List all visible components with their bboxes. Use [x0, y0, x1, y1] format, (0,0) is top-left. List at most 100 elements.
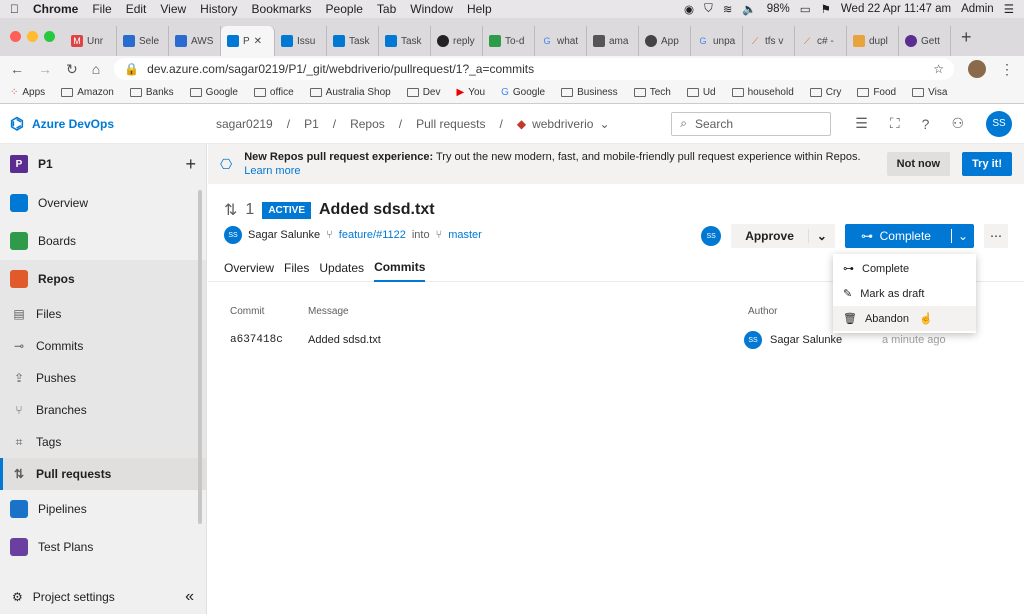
bookmark-apps[interactable]: ⁘ Apps	[10, 87, 45, 98]
browser-tab[interactable]: ⟋ tfs v	[743, 26, 795, 56]
crumb-pull-requests[interactable]: Pull requests	[416, 117, 485, 131]
marketplace-icon[interactable]: ⛶	[890, 115, 900, 132]
bookmark-google[interactable]: G Google	[501, 87, 545, 98]
nav-tags[interactable]: ⌗ Tags	[0, 426, 206, 458]
browser-tab[interactable]: App	[639, 26, 691, 56]
project-header[interactable]: P P1 +	[0, 144, 206, 184]
source-branch-link[interactable]: feature/#1122	[339, 229, 406, 241]
flag-icon[interactable]: ⚑	[821, 2, 831, 16]
bookmark-folder[interactable]: office	[253, 87, 294, 98]
home-icon[interactable]: ⌂	[92, 61, 100, 77]
browser-tab[interactable]: Task	[379, 26, 431, 56]
ado-logo[interactable]: ⌬ Azure DevOps	[10, 114, 216, 134]
project-settings[interactable]: ⚙ Project settings «	[0, 588, 206, 606]
bookmark-folder[interactable]: household	[731, 87, 794, 98]
crumb-project[interactable]: P1	[304, 117, 319, 131]
bookmark-folder[interactable]: Ud	[686, 87, 716, 98]
forward-icon[interactable]: →	[38, 61, 52, 77]
shield-icon[interactable]: ⛉	[704, 3, 713, 16]
target-branch-link[interactable]: master	[448, 229, 482, 241]
nav-repos[interactable]: Repos	[0, 260, 206, 298]
battery-icon[interactable]: ▭	[800, 2, 811, 16]
nav-pipelines[interactable]: Pipelines	[0, 490, 206, 528]
nav-boards[interactable]: Boards	[0, 222, 206, 260]
pr-author[interactable]: Sagar Salunke	[248, 229, 320, 241]
menu-bookmarks[interactable]: Bookmarks	[252, 2, 312, 16]
crumb-org[interactable]: sagar0219	[216, 117, 273, 131]
browser-tab[interactable]: ⟋ c# -	[795, 26, 847, 56]
search-box[interactable]: ⌕ Search	[671, 111, 832, 136]
bookmark-folder[interactable]: Cry	[809, 87, 841, 98]
learn-more-link[interactable]: Learn more	[244, 165, 300, 177]
url-input[interactable]: 🔒 dev.azure.com/sagar0219/P1/_git/webdri…	[114, 58, 954, 80]
more-actions-button[interactable]: ⋯	[984, 224, 1008, 248]
user-name[interactable]: Admin	[961, 3, 994, 15]
commit-message[interactable]: Added sdsd.txt	[308, 334, 744, 346]
tab-overview[interactable]: Overview	[224, 254, 274, 282]
browser-tab[interactable]: M Unr	[65, 26, 117, 56]
nav-files[interactable]: ▤ Files	[0, 298, 206, 330]
user-settings-icon[interactable]: ⚇	[951, 115, 964, 132]
bookmark-folder[interactable]: Dev	[406, 87, 441, 98]
help-icon[interactable]: ?	[922, 116, 930, 132]
complete-button[interactable]: ⊶ Complete ⌄	[844, 224, 974, 248]
reviewer-avatar[interactable]: SS	[701, 226, 722, 246]
author-avatar[interactable]: SS	[224, 226, 242, 244]
commit-hash[interactable]: a637418c	[230, 334, 308, 346]
new-tab-icon[interactable]: +	[961, 27, 972, 48]
not-now-button[interactable]: Not now	[886, 152, 951, 176]
tab-files[interactable]: Files	[284, 254, 309, 282]
menu-window[interactable]: Window	[410, 2, 453, 16]
wifi-icon[interactable]: ≋	[723, 2, 733, 16]
repo-selector[interactable]: ◆ webdriverio ⌄	[517, 117, 610, 131]
menu-item-mark-as-draft[interactable]: ✎ Mark as draft	[833, 281, 976, 306]
app-name[interactable]: Chrome	[33, 2, 78, 16]
nav-pull-requests[interactable]: ⇅ Pull requests	[0, 458, 206, 490]
bookmark-folder[interactable]: Amazon	[61, 87, 114, 98]
nav-overview[interactable]: Overview	[0, 184, 206, 222]
bookmark-folder[interactable]: Banks	[129, 87, 174, 98]
browser-tab[interactable]: reply	[431, 26, 483, 56]
chevron-down-icon[interactable]: ⌄	[807, 229, 835, 243]
bookmark-folder[interactable]: Google	[189, 87, 238, 98]
browser-tab[interactable]: Task	[327, 26, 379, 56]
approve-button[interactable]: Approve ⌄	[731, 224, 835, 248]
list-icon[interactable]: ☰	[1004, 2, 1014, 16]
try-it-button[interactable]: Try it!	[962, 152, 1012, 176]
sidebar-scrollbar[interactable]	[198, 190, 202, 524]
menu-tab[interactable]: Tab	[377, 2, 396, 16]
browser-tab[interactable]: To-d	[483, 26, 535, 56]
crumb-repos[interactable]: Repos	[350, 117, 385, 131]
datetime[interactable]: Wed 22 Apr 11:47 am	[841, 3, 951, 15]
back-icon[interactable]: ←	[10, 61, 24, 77]
bookmark-folder[interactable]: Australia Shop	[309, 87, 391, 98]
list-settings-icon[interactable]: ☰	[855, 115, 868, 132]
star-icon[interactable]: ☆	[933, 62, 944, 76]
add-icon[interactable]: +	[185, 154, 196, 175]
browser-tab[interactable]: AWS	[169, 26, 221, 56]
browser-tab[interactable]: Issu	[275, 26, 327, 56]
minimize-window-icon[interactable]	[27, 31, 38, 42]
menu-view[interactable]: View	[160, 2, 186, 16]
volume-icon[interactable]: 🔈	[742, 2, 756, 16]
nav-test-plans[interactable]: Test Plans	[0, 528, 206, 566]
menu-item-abandon[interactable]: 🗑 Abandon ☝	[833, 306, 976, 331]
menu-help[interactable]: Help	[467, 2, 492, 16]
bookmark-folder[interactable]: Food	[857, 87, 896, 98]
menu-edit[interactable]: Edit	[126, 2, 147, 16]
table-row[interactable]: a637418c Added sdsd.txt SS Sagar Salunke…	[208, 331, 1024, 349]
bookmark-folder[interactable]: Visa	[912, 87, 947, 98]
bookmark-youtube[interactable]: ▶ You	[457, 87, 486, 98]
menu-file[interactable]: File	[92, 2, 111, 16]
close-tab-icon[interactable]: ✕	[254, 36, 262, 47]
close-window-icon[interactable]	[10, 31, 21, 42]
profile-icon[interactable]	[968, 60, 986, 78]
kebab-menu-icon[interactable]: ⋮	[1000, 61, 1014, 78]
browser-tab[interactable]: Gunpa	[691, 26, 743, 56]
tab-updates[interactable]: Updates	[319, 254, 364, 282]
tab-commits[interactable]: Commits	[374, 254, 426, 282]
browser-tab[interactable]: Gett	[899, 26, 951, 56]
pr-title[interactable]: Added sdsd.txt	[319, 201, 435, 219]
record-icon[interactable]: ◉	[684, 2, 694, 16]
menu-item-complete[interactable]: ⊶ Complete	[833, 256, 976, 281]
